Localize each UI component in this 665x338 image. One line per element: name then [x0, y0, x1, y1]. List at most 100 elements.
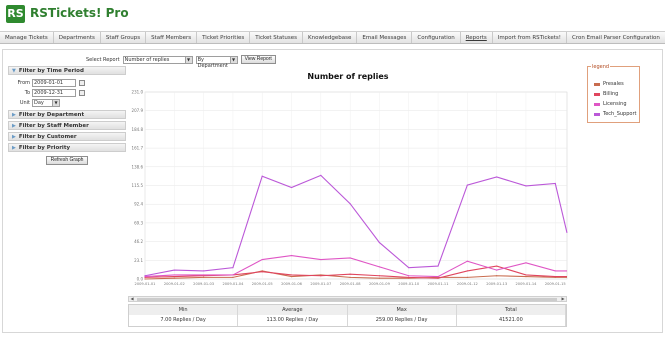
- y-tick-label: 69.3: [134, 220, 143, 225]
- data-point-licensing: [525, 262, 527, 264]
- data-point-tech_support: [496, 176, 498, 178]
- data-point-presales: [232, 276, 234, 278]
- expand-triangle-icon: ▶: [12, 122, 16, 129]
- data-point-tech_support: [173, 269, 175, 271]
- filter-customer-header[interactable]: ▶ Filter by Customer: [8, 132, 126, 141]
- y-tick-label: 207.9: [132, 108, 144, 113]
- nav-item-knowledgebase[interactable]: Knowledgebase: [303, 32, 358, 43]
- x-tick-label: 2009-01-11: [428, 282, 449, 286]
- chevron-down-icon: ▼: [52, 99, 59, 106]
- data-point-tech_support: [144, 275, 146, 277]
- data-point-licensing: [261, 258, 263, 261]
- x-tick-label: 2009-01-12: [457, 282, 478, 286]
- group-select[interactable]: By Department ▼: [195, 55, 238, 69]
- legend-item: Billing: [594, 91, 618, 97]
- filter-period-header[interactable]: ▼ Filter by Time Period: [8, 66, 126, 75]
- period-fields: From 2009-01-01 To 2009-12-31 Unit Day ▼: [8, 77, 126, 110]
- legend-swatch: [594, 82, 600, 86]
- data-point-tech_support: [232, 267, 234, 269]
- legend-item: Licensing: [594, 101, 627, 107]
- x-tick-label: 2009-01-06: [281, 282, 303, 286]
- nav-item-staff-members[interactable]: Staff Members: [146, 32, 198, 43]
- data-point-tech_support: [320, 174, 322, 176]
- from-date-input[interactable]: 2009-01-01: [32, 78, 76, 87]
- y-tick-label: 23.1: [134, 258, 143, 263]
- data-point-tech_support: [408, 267, 410, 269]
- y-tick-label: 161.7: [132, 146, 144, 151]
- data-point-billing: [525, 274, 527, 276]
- app-header: RS RSTickets! Pro: [0, 0, 665, 30]
- stats-value-row: 7.00 Replies / Day 113.00 Replies / Day 25…: [129, 315, 566, 326]
- legend-item: Tech_Support: [594, 111, 636, 117]
- nav-item-ticket-statuses[interactable]: Ticket Statuses: [250, 32, 304, 43]
- y-tick-label: 138.6: [132, 164, 144, 169]
- legend-swatch: [594, 112, 600, 116]
- x-tick-label: 2009-01-14: [516, 282, 538, 286]
- scroll-left-icon[interactable]: ◀: [129, 297, 135, 301]
- expand-triangle-icon: ▶: [12, 111, 16, 118]
- nav-item-staff-groups[interactable]: Staff Groups: [101, 32, 147, 43]
- nav-item-ticket-priorities[interactable]: Ticket Priorities: [197, 32, 251, 43]
- stats-value-min: 7.00 Replies / Day: [129, 315, 239, 326]
- y-tick-label: 46.2: [134, 239, 143, 244]
- data-point-presales: [144, 278, 146, 280]
- nav-item-configuration[interactable]: Configuration: [412, 32, 461, 43]
- app-title: RSTickets! Pro: [30, 6, 129, 20]
- data-point-licensing: [466, 260, 468, 262]
- scroll-thumb[interactable]: [137, 298, 557, 301]
- data-point-licensing: [408, 275, 410, 277]
- expand-triangle-icon: ▶: [12, 133, 16, 140]
- data-point-presales: [496, 275, 498, 277]
- stats-header-total: Total: [456, 305, 566, 315]
- unit-select[interactable]: Day ▼: [32, 98, 60, 107]
- stats-value-average: 113.00 Replies / Day: [238, 315, 348, 326]
- x-tick-label: 2009-01-02: [164, 282, 185, 286]
- x-tick-label: 2009-01-09: [369, 282, 391, 286]
- data-point-billing: [437, 277, 439, 279]
- legend-item: Presales: [594, 81, 624, 87]
- chart-scrollbar[interactable]: ◀ ▶: [128, 296, 567, 302]
- x-tick-label: 2009-01-15: [545, 282, 566, 286]
- scroll-right-icon[interactable]: ▶: [560, 297, 566, 301]
- data-point-tech_support: [554, 182, 556, 185]
- stats-header-min: Min: [129, 305, 239, 315]
- report-select[interactable]: Number of replies ▼: [122, 55, 193, 64]
- select-report-label: Select Report: [86, 56, 120, 63]
- report-toolbar: Select Report Number of replies ▼ By Depa…: [86, 55, 276, 69]
- calendar-icon[interactable]: [79, 89, 85, 96]
- stats-header-max: Max: [347, 305, 457, 315]
- nav-item-cron-email-parser-configuration[interactable]: Cron Email Parser Configuration: [567, 32, 665, 43]
- x-tick-label: 2009-01-03: [193, 282, 214, 286]
- filter-department-header[interactable]: ▶ Filter by Department: [8, 110, 126, 119]
- calendar-icon[interactable]: [79, 79, 85, 86]
- filter-staff-header[interactable]: ▶ Filter by Staff Member: [8, 121, 126, 130]
- refresh-graph-button[interactable]: Refresh Graph: [46, 156, 88, 165]
- y-tick-label: 115.5: [132, 183, 144, 188]
- nav-item-email-messages[interactable]: Email Messages: [357, 32, 413, 43]
- chevron-down-icon: ▼: [229, 56, 237, 63]
- nav-item-reports[interactable]: Reports: [461, 32, 493, 43]
- filter-priority-header[interactable]: ▶ Filter by Priority: [8, 143, 126, 152]
- logo-mark: RS: [6, 5, 25, 23]
- data-point-billing: [290, 274, 293, 276]
- data-point-tech_support: [349, 203, 351, 205]
- legend-title: legend: [591, 64, 611, 70]
- nav-item-manage-tickets[interactable]: Manage Tickets: [0, 32, 54, 43]
- stats-header-average: Average: [238, 305, 348, 315]
- data-point-billing: [173, 275, 175, 278]
- data-point-licensing: [232, 274, 234, 276]
- collapse-triangle-icon: ▼: [12, 67, 16, 74]
- data-point-presales: [203, 276, 205, 278]
- expand-triangle-icon: ▶: [12, 144, 16, 151]
- data-point-presales: [290, 275, 293, 278]
- data-point-licensing: [173, 274, 175, 276]
- stats-value-max: 259.00 Replies / Day: [347, 315, 457, 326]
- to-label: To: [24, 89, 30, 96]
- view-report-button[interactable]: View Report: [240, 55, 276, 64]
- data-point-licensing: [437, 275, 439, 278]
- nav-item-departments[interactable]: Departments: [54, 32, 101, 43]
- stats-table: Min Average Max Total 7.00 Replies / Day 113…: [128, 304, 567, 327]
- nav-item-import-from-rstickets[interactable]: Import from RSTickets!: [493, 32, 568, 43]
- unit-label: Unit: [19, 99, 30, 106]
- to-date-input[interactable]: 2009-12-31: [32, 88, 76, 97]
